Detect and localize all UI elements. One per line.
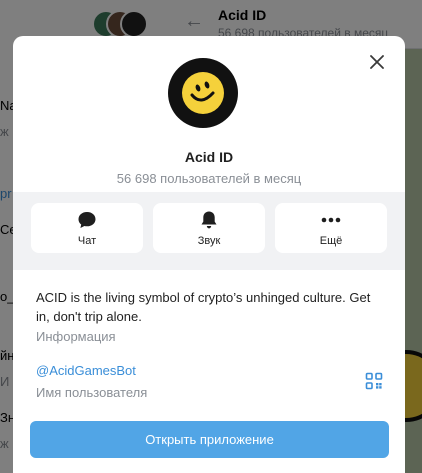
description-caption: Информация — [36, 329, 116, 344]
monthly-users-count: 56 698 пользователей в месяц — [116, 171, 302, 186]
actions-bar: Чат Звук Ещё — [13, 192, 405, 270]
open-app-button[interactable]: Открыть приложение — [30, 421, 389, 458]
sound-button[interactable]: Звук — [153, 203, 265, 253]
qr-code-button[interactable] — [365, 372, 383, 390]
bot-profile-modal: Acid ID 56 698 пользователей в месяц Чат… — [13, 36, 405, 473]
close-icon — [370, 55, 384, 69]
chat-bubble-icon — [77, 210, 97, 230]
username-caption: Имя пользователя — [36, 385, 148, 400]
more-dots-icon — [321, 210, 341, 230]
more-button-label: Ещё — [319, 234, 343, 247]
bot-avatar — [168, 58, 238, 128]
close-button[interactable] — [365, 50, 389, 74]
chat-button[interactable]: Чат — [31, 203, 143, 253]
chat-button-label: Чат — [77, 234, 97, 247]
qr-code-icon — [365, 372, 383, 390]
sound-button-label: Звук — [197, 234, 221, 247]
profile-name: Acid ID — [184, 149, 234, 165]
more-button[interactable]: Ещё — [275, 203, 387, 253]
smiley-face-icon — [182, 72, 224, 114]
bot-description: ACID is the living symbol of crypto’s un… — [36, 290, 371, 324]
bot-username-link[interactable]: @AcidGamesBot — [36, 363, 136, 378]
info-section: ACID is the living symbol of crypto’s un… — [13, 270, 405, 473]
bell-icon — [200, 210, 218, 230]
